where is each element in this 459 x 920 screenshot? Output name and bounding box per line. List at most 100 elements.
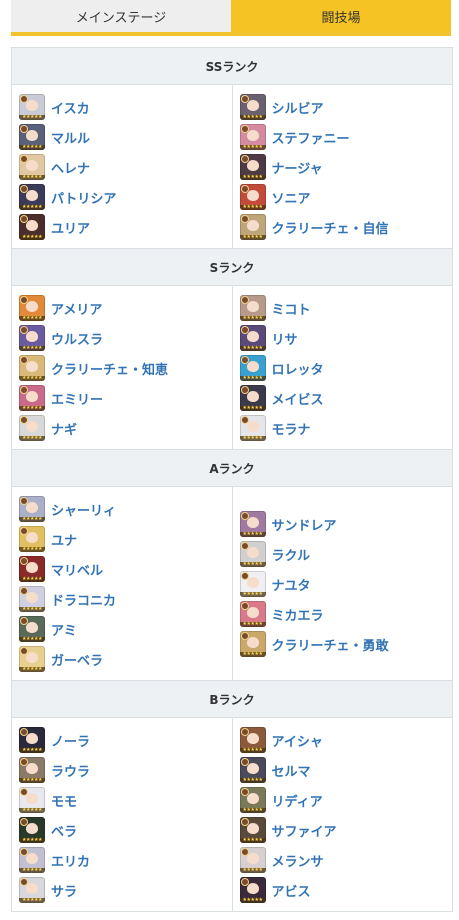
character-entry[interactable]: ★★★★★ ヘレナ [19, 152, 232, 182]
character-portrait-icon[interactable]: ★★★★★ [19, 526, 45, 552]
character-name-link[interactable]: ソニア [272, 188, 311, 207]
character-entry[interactable]: ★★★★★ リサ [239, 323, 453, 353]
character-portrait-icon[interactable]: ★★★★★ [19, 415, 45, 441]
character-portrait-icon[interactable]: ★★★★★ [19, 325, 45, 351]
character-portrait-icon[interactable]: ★★★★★ [19, 154, 45, 180]
character-entry[interactable]: ★★★★★ ナギ [19, 413, 232, 443]
character-name-link[interactable]: リディア [272, 791, 323, 810]
character-entry[interactable]: ★★★★★ クラリーチェ・自信 [239, 212, 453, 242]
character-portrait-icon[interactable]: ★★★★★ [19, 817, 45, 843]
character-portrait-icon[interactable]: ★★★★★ [239, 415, 266, 441]
character-portrait-icon[interactable]: ★★★★★ [19, 847, 45, 873]
character-portrait-icon[interactable]: ★★★★★ [239, 214, 266, 240]
character-portrait-icon[interactable]: ★★★★★ [19, 727, 45, 753]
character-entry[interactable]: ★★★★★ マルル [19, 122, 232, 152]
character-name-link[interactable]: サファイア [272, 821, 337, 840]
character-entry[interactable]: ★★★★★ クラリーチェ・知恵 [19, 353, 232, 383]
character-portrait-icon[interactable]: ★★★★★ [239, 511, 266, 537]
tab-arena[interactable]: 闘技場 [231, 0, 451, 32]
character-name-link[interactable]: エリカ [51, 851, 90, 870]
character-entry[interactable]: ★★★★★ ドラコニカ [19, 584, 232, 614]
character-name-link[interactable]: ミカエラ [272, 605, 324, 624]
character-entry[interactable]: ★★★★★ ノーラ [19, 725, 232, 755]
character-portrait-icon[interactable]: ★★★★★ [239, 295, 266, 321]
character-portrait-icon[interactable]: ★★★★★ [239, 817, 266, 843]
character-name-link[interactable]: ラクル [272, 545, 311, 564]
character-name-link[interactable]: マルル [51, 128, 90, 147]
character-portrait-icon[interactable]: ★★★★★ [239, 355, 266, 381]
character-portrait-icon[interactable]: ★★★★★ [239, 877, 266, 903]
character-entry[interactable]: ★★★★★ アメリア [19, 293, 232, 323]
character-entry[interactable]: ★★★★★ アイシャ [239, 725, 453, 755]
character-name-link[interactable]: ヘレナ [51, 158, 90, 177]
character-entry[interactable]: ★★★★★ エリカ [19, 845, 232, 875]
character-name-link[interactable]: ベラ [51, 821, 77, 840]
character-name-link[interactable]: シルビア [272, 98, 324, 117]
character-portrait-icon[interactable]: ★★★★★ [239, 325, 266, 351]
character-entry[interactable]: ★★★★★ ラウラ [19, 755, 232, 785]
character-name-link[interactable]: ウルスラ [51, 329, 103, 348]
character-name-link[interactable]: ミコト [272, 299, 311, 318]
character-name-link[interactable]: リサ [272, 329, 298, 348]
character-name-link[interactable]: アビス [272, 881, 311, 900]
character-name-link[interactable]: ノーラ [51, 731, 90, 750]
character-entry[interactable]: ★★★★★ マリベル [19, 554, 232, 584]
character-name-link[interactable]: メイビス [272, 389, 324, 408]
character-portrait-icon[interactable]: ★★★★★ [19, 877, 45, 903]
character-portrait-icon[interactable]: ★★★★★ [19, 787, 45, 813]
character-entry[interactable]: ★★★★★ ナージャ [239, 152, 453, 182]
character-portrait-icon[interactable]: ★★★★★ [19, 355, 45, 381]
character-entry[interactable]: ★★★★★ ナユタ [239, 569, 453, 599]
character-entry[interactable]: ★★★★★ エミリー [19, 383, 232, 413]
character-name-link[interactable]: アメリア [51, 299, 102, 318]
character-entry[interactable]: ★★★★★ クラリーチェ・勇敢 [239, 629, 453, 659]
character-name-link[interactable]: イスカ [51, 98, 90, 117]
character-entry[interactable]: ★★★★★ ユナ [19, 524, 232, 554]
character-name-link[interactable]: クラリーチェ・知恵 [51, 359, 168, 378]
character-entry[interactable]: ★★★★★ ユリア [19, 212, 232, 242]
character-entry[interactable]: ★★★★★ ウルスラ [19, 323, 232, 353]
character-portrait-icon[interactable]: ★★★★★ [239, 124, 266, 150]
character-entry[interactable]: ★★★★★ メランサ [239, 845, 453, 875]
character-name-link[interactable]: パトリシア [51, 188, 116, 207]
character-entry[interactable]: ★★★★★ ソニア [239, 182, 453, 212]
character-portrait-icon[interactable]: ★★★★★ [19, 94, 45, 120]
character-name-link[interactable]: ユナ [51, 530, 77, 549]
character-name-link[interactable]: メランサ [272, 851, 324, 870]
tab-main-stage[interactable]: メインステージ [11, 0, 231, 32]
character-name-link[interactable]: ステファニー [272, 128, 350, 147]
character-portrait-icon[interactable]: ★★★★★ [19, 616, 45, 642]
character-name-link[interactable]: シャーリィ [51, 500, 116, 519]
character-portrait-icon[interactable]: ★★★★★ [19, 646, 45, 672]
character-entry[interactable]: ★★★★★ サファイア [239, 815, 453, 845]
character-portrait-icon[interactable]: ★★★★★ [19, 184, 45, 210]
character-portrait-icon[interactable]: ★★★★★ [239, 94, 266, 120]
character-entry[interactable]: ★★★★★ シャーリィ [19, 494, 232, 524]
character-name-link[interactable]: サンドレア [272, 515, 337, 534]
character-portrait-icon[interactable]: ★★★★★ [239, 184, 266, 210]
character-entry[interactable]: ★★★★★ ラクル [239, 539, 453, 569]
character-portrait-icon[interactable]: ★★★★★ [239, 727, 266, 753]
character-portrait-icon[interactable]: ★★★★★ [239, 154, 266, 180]
character-portrait-icon[interactable]: ★★★★★ [19, 295, 45, 321]
character-portrait-icon[interactable]: ★★★★★ [239, 847, 266, 873]
character-portrait-icon[interactable]: ★★★★★ [239, 631, 266, 657]
character-portrait-icon[interactable]: ★★★★★ [19, 556, 45, 582]
character-portrait-icon[interactable]: ★★★★★ [19, 124, 45, 150]
character-name-link[interactable]: クラリーチェ・自信 [272, 218, 389, 237]
character-name-link[interactable]: ラウラ [51, 761, 90, 780]
character-entry[interactable]: ★★★★★ イスカ [19, 92, 232, 122]
character-portrait-icon[interactable]: ★★★★★ [19, 385, 45, 411]
character-name-link[interactable]: ナギ [51, 419, 77, 438]
character-name-link[interactable]: ナージャ [272, 158, 323, 177]
character-name-link[interactable]: セルマ [272, 761, 311, 780]
character-name-link[interactable]: エミリー [51, 389, 103, 408]
character-portrait-icon[interactable]: ★★★★★ [19, 496, 45, 522]
character-name-link[interactable]: モモ [51, 791, 77, 810]
character-portrait-icon[interactable]: ★★★★★ [239, 757, 266, 783]
character-portrait-icon[interactable]: ★★★★★ [239, 601, 266, 627]
character-entry[interactable]: ★★★★★ ミカエラ [239, 599, 453, 629]
character-entry[interactable]: ★★★★★ サラ [19, 875, 232, 905]
character-name-link[interactable]: ユリア [51, 218, 90, 237]
character-name-link[interactable]: ロレッタ [272, 359, 324, 378]
